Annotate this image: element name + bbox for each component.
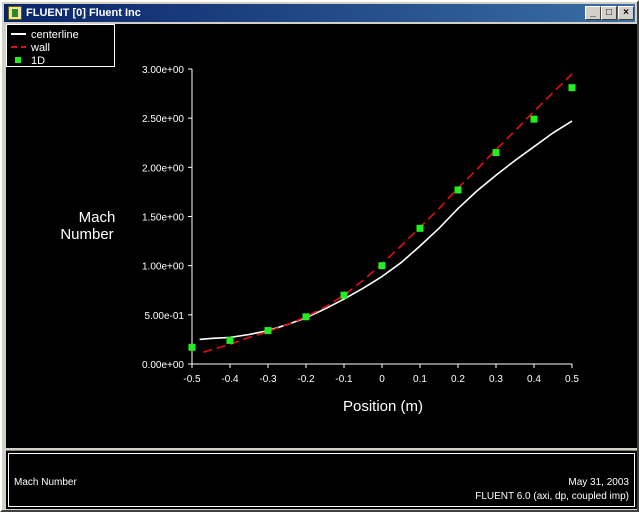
- legend-label-1d: 1D: [31, 55, 45, 67]
- x-axis-label: Position (m): [343, 398, 423, 415]
- x-tick-label: -0.1: [335, 374, 353, 385]
- legend-swatch-1d: [15, 57, 21, 63]
- legend: centerline wall 1D: [6, 24, 115, 67]
- series-1d-point: [302, 313, 310, 321]
- maximize-button[interactable]: □: [601, 6, 617, 20]
- series-wall-line: [203, 73, 573, 353]
- y-tick-label: 0.00e+00: [142, 360, 184, 371]
- series-1d-point: [188, 343, 196, 351]
- x-tick-label: -0.4: [221, 374, 239, 385]
- status-date: May 31, 2003: [568, 477, 629, 488]
- y-tick-label: 1.50e+00: [142, 213, 184, 224]
- axes: -0.5 -0.4 -0.3 -0.2 -0.1 0 0.1 0.2 0.3 0.4 0.5 0.00…: [142, 65, 579, 385]
- close-button[interactable]: ×: [618, 6, 634, 20]
- xy-plot: centerline wall 1D Mach Number Position …: [6, 24, 579, 415]
- status-version: FLUENT 6.0 (axi, dp, coupled imp): [475, 491, 629, 502]
- y-tick-label: 1.00e+00: [142, 262, 184, 273]
- series-1d-point: [264, 327, 272, 335]
- y-tick-label: 2.50e+00: [142, 114, 184, 125]
- y-tick-label: 5.00e-01: [145, 311, 185, 322]
- series-1d-point: [568, 84, 576, 92]
- y-tick-label: 3.00e+00: [142, 65, 184, 76]
- x-tick-label: 0.4: [527, 374, 541, 385]
- series-1d-point: [492, 149, 500, 157]
- status-frame: Mach Number May 31, 2003 FLUENT 6.0 (axi…: [8, 453, 635, 507]
- series-1d-point: [416, 224, 424, 232]
- x-tick-label: -0.5: [183, 374, 201, 385]
- x-tick-label: 0.1: [413, 374, 427, 385]
- y-axis-label-line1: Mach: [79, 209, 116, 226]
- x-tick-label: -0.2: [297, 374, 315, 385]
- x-tick-label: 0.5: [565, 374, 579, 385]
- series-1d-point: [340, 291, 348, 299]
- series-layer: [188, 73, 576, 353]
- legend-label-wall: wall: [30, 42, 50, 54]
- series-1d-point: [378, 262, 386, 270]
- status-panel: Mach Number May 31, 2003 FLUENT 6.0 (axi…: [6, 450, 637, 509]
- status-plot-name: Mach Number: [14, 477, 77, 488]
- series-1d-point: [530, 115, 538, 123]
- fluent-window: FLUENT [0] Fluent Inc _ □ × centerline w…: [0, 0, 639, 512]
- x-tick-label: 0.2: [451, 374, 465, 385]
- legend-label-centerline: centerline: [31, 29, 79, 41]
- minimize-button[interactable]: _: [585, 6, 601, 20]
- x-tick-label: 0.3: [489, 374, 503, 385]
- x-tick-label: -0.3: [259, 374, 277, 385]
- y-axis-label-line2: Number: [60, 226, 113, 243]
- series-1d-point: [454, 186, 462, 194]
- window-title: FLUENT [0] Fluent Inc: [26, 7, 141, 19]
- series-centerline-line: [199, 120, 573, 341]
- y-tick-label: 2.00e+00: [142, 163, 184, 174]
- x-tick-label: 0: [379, 374, 385, 385]
- plot-area: centerline wall 1D Mach Number Position …: [6, 24, 637, 448]
- series-1d-point: [226, 336, 234, 344]
- title-bar[interactable]: FLUENT [0] Fluent Inc _ □ ×: [4, 4, 635, 22]
- fluent-app-icon[interactable]: [8, 6, 22, 20]
